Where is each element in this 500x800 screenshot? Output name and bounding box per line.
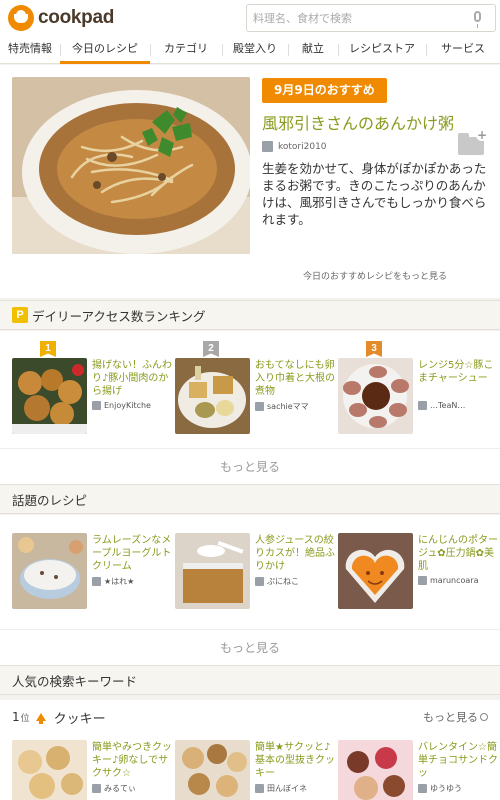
avatar	[418, 784, 427, 793]
tab-hall-of-fame[interactable]: 殿堂入り	[222, 36, 288, 64]
keywords-heading-text: 人気の検索キーワード	[12, 673, 138, 689]
cookpad-logo[interactable]: cookpad	[8, 5, 114, 31]
recipe-title: レンジ5分☆豚こまチャーシュー	[418, 360, 494, 384]
tab-services[interactable]: サービス	[426, 36, 500, 64]
recipe-title: 揚げない！ふんわり♪豚小間肉のから揚げ	[92, 360, 172, 397]
keywords-section-heading: 人気の検索キーワード	[0, 665, 500, 695]
tab-todays-recipe[interactable]: 今日のレシピ	[60, 36, 150, 64]
avatar	[262, 141, 273, 152]
keyword-rank: 1位	[12, 710, 30, 724]
featured-author[interactable]: kotori2010	[262, 141, 327, 152]
tab-sale-info[interactable]: 特売情報	[0, 36, 60, 64]
recipe-author: EnjoyKitche	[92, 401, 151, 410]
featured-recipe-title[interactable]: 風邪引きさんのあんかけ粥	[262, 110, 454, 134]
rank-1-badge: 1	[40, 341, 56, 357]
recipe-title: 簡単★サクッと♪基本の型抜きクッキー	[255, 742, 335, 779]
list-item[interactable]: 簡単やみつきクッキー♪卵なしでサクサク☆ みるてぃ	[12, 740, 172, 800]
recipe-image	[175, 358, 250, 434]
ranking-heading-text: デイリーアクセス数ランキング	[32, 308, 206, 324]
microphone-icon[interactable]	[474, 11, 481, 28]
topic-heading-text: 話題のレシピ	[12, 492, 88, 508]
list-item[interactable]: おもてなしにも卵入り巾着と大根の煮物 sachieママ	[175, 358, 335, 434]
recipe-image	[175, 533, 250, 609]
list-item[interactable]: レンジ5分☆豚こまチャーシュー …TeaN…	[338, 358, 498, 434]
recipe-title: にんじんのポタージュ✿圧力鍋✿美肌	[418, 535, 498, 572]
avatar	[255, 402, 264, 411]
recipe-author: ぷにねこ	[255, 576, 299, 587]
recipe-image	[12, 533, 87, 609]
topic-section-heading: 話題のレシピ	[0, 484, 500, 514]
rank-2-badge: 2	[203, 341, 219, 357]
recipe-image	[175, 740, 250, 800]
list-item[interactable]: 揚げない！ふんわり♪豚小間肉のから揚げ EnjoyKitche	[12, 358, 172, 434]
recipe-title: 簡単やみつきクッキー♪卵なしでサクサク☆	[92, 742, 172, 779]
avatar	[92, 401, 101, 410]
recipe-author: …TeaN…	[418, 401, 465, 410]
recipe-author: 田んぼイネ	[255, 783, 307, 794]
date-recommendation-badge: 9月9日のおすすめ	[262, 78, 387, 103]
recipe-image	[338, 533, 413, 609]
avatar	[92, 784, 101, 793]
recipe-author: ゆうゆう	[418, 783, 462, 794]
avatar	[418, 576, 427, 585]
list-item[interactable]: バレンタイン☆簡単チョコサンドクッ ゆうゆう	[338, 740, 498, 800]
avatar	[418, 401, 427, 410]
list-item[interactable]: 人参ジュースの絞りカスが！絶品ふりかけ ぷにねこ	[175, 533, 335, 609]
featured-recipe: 9月9日のおすすめ 風邪引きさんのあんかけ粥 kotori2010 生姜を効かせ…	[0, 65, 500, 298]
featured-recipe-image[interactable]	[12, 77, 250, 254]
avatar	[255, 577, 264, 586]
more-todays-recipes-link[interactable]: 今日のおすすめレシピをもっと見る	[262, 265, 488, 289]
avatar	[255, 784, 264, 793]
recipe-title: バレンタイン☆簡単チョコサンドクッ	[418, 742, 498, 779]
tab-recipe-store[interactable]: レシピストア	[338, 36, 426, 64]
list-item[interactable]: にんじんのポタージュ✿圧力鍋✿美肌 maruncoara	[338, 533, 498, 609]
tab-menu[interactable]: 献立	[288, 36, 338, 64]
recipe-image	[338, 358, 413, 434]
topic-more-button[interactable]: もっと見る	[0, 629, 500, 665]
ranking-section-heading: P デイリーアクセス数ランキング	[0, 300, 500, 330]
recipe-author: maruncoara	[418, 576, 479, 585]
recipe-image	[12, 740, 87, 800]
avatar	[92, 577, 101, 586]
keyword-rank-row[interactable]: 1位 クッキー もっと見る	[0, 700, 500, 734]
topic-list: ラムレーズンなメープルヨーグルトクリーム ★はれ★ 人参ジュースの絞りカスが！絶…	[0, 515, 500, 630]
search-input[interactable]	[247, 5, 457, 31]
recipe-title: 人参ジュースの絞りカスが！絶品ふりかけ	[255, 535, 335, 572]
recipe-author: ★はれ★	[92, 576, 134, 587]
featured-recipe-description: 生姜を効かせて、身体がぽかぽかあったまるお粥です。きのこたっぷりのあんかけは、風…	[262, 161, 487, 227]
recipe-author: sachieママ	[255, 401, 309, 412]
add-to-folder-icon[interactable]	[458, 129, 488, 155]
recipe-title: ラムレーズンなメープルヨーグルトクリーム	[92, 535, 172, 572]
app-header: cookpad	[0, 0, 500, 36]
chef-hat-icon	[8, 5, 34, 31]
ranking-list: 1 2 3 揚げない！ふんわり♪豚小間肉のから揚げ EnjoyKitche おも…	[0, 331, 500, 449]
list-item[interactable]: 簡単★サクッと♪基本の型抜きクッキー 田んぼイネ	[175, 740, 335, 800]
recipe-image	[338, 740, 413, 800]
ranking-more-button[interactable]: もっと見る	[0, 448, 500, 484]
recipe-author: みるてぃ	[92, 783, 136, 794]
rank-3-badge: 3	[366, 341, 382, 357]
logo-text: cookpad	[38, 7, 115, 28]
author-name: kotori2010	[278, 141, 327, 152]
category-nav: 特売情報 今日のレシピ カテゴリ 殿堂入り 献立 レシピストア サービス	[0, 36, 500, 64]
keyword-text[interactable]: クッキー	[54, 708, 106, 727]
search-box[interactable]	[246, 4, 496, 32]
recipe-title: おもてなしにも卵入り巾着と大根の煮物	[255, 360, 335, 397]
rank-up-arrow-icon	[35, 713, 46, 724]
tab-category[interactable]: カテゴリ	[150, 36, 222, 64]
list-item[interactable]: ラムレーズンなメープルヨーグルトクリーム ★はれ★	[12, 533, 172, 609]
chevron-right-icon[interactable]	[480, 713, 488, 721]
keyword-recipe-list: 簡単やみつきクッキー♪卵なしでサクサク☆ みるてぃ 簡単★サクッと♪基本の型抜き…	[0, 734, 500, 800]
recipe-image	[12, 358, 87, 434]
keyword-more-link[interactable]: もっと見る	[423, 709, 478, 725]
premium-icon: P	[12, 307, 28, 323]
